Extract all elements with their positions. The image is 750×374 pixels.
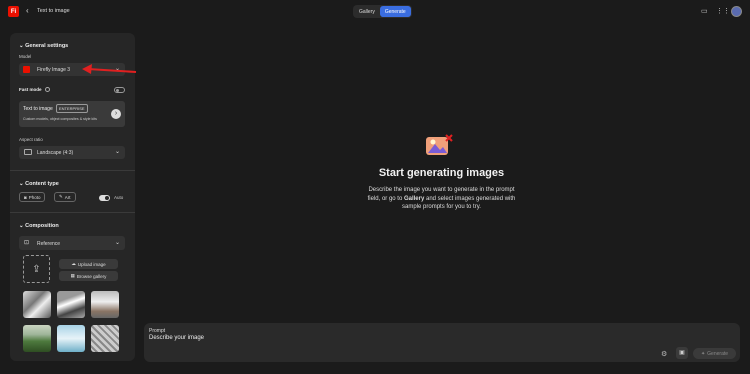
style-kit-icon[interactable]: ▣: [676, 347, 688, 359]
reference-thumbnail[interactable]: [57, 291, 85, 318]
top-bar: Fi ‹ Text to image Gallery Generate ▭ ⋮⋮: [0, 0, 750, 24]
generate-label: Generate: [707, 350, 729, 357]
divider: [10, 170, 135, 171]
image-upload-icon: ⇪: [32, 263, 41, 275]
section-title: Composition: [25, 223, 59, 229]
reference-thumbnail[interactable]: [57, 325, 85, 352]
prompt-label: Prompt: [149, 328, 166, 334]
reference-icon: ⊡: [24, 240, 30, 246]
model-card[interactable]: Text to image ENTERPRISE Custom models, …: [19, 101, 125, 127]
composition-header[interactable]: ⌄ Composition: [19, 223, 59, 229]
apps-grid-icon[interactable]: ⋮⋮: [716, 7, 730, 15]
description-line: Describe the image you want to generate …: [368, 187, 515, 193]
general-settings-header[interactable]: ⌄ General settings: [19, 43, 68, 49]
upload-icon: ☁: [71, 261, 76, 266]
settings-panel: ⌄ General settings Model Firefly Image 3…: [10, 33, 135, 361]
prompt-box[interactable]: Prompt Describe your image ⚙ ▣ ✦ Generat…: [144, 323, 740, 362]
description-text: and select images generated with: [424, 195, 516, 202]
art-label: Art: [64, 194, 71, 200]
main-canvas: Start generating images Describe the ima…: [141, 24, 750, 374]
fast-mode-label: Fast mode: [19, 87, 42, 92]
firefly-logo-icon[interactable]: Fi: [8, 6, 19, 17]
browse-label: Browse gallery: [76, 273, 107, 279]
chevron-right-icon[interactable]: ›: [111, 109, 121, 119]
model-label: Model: [19, 54, 32, 59]
chevron-down-icon: ⌄: [19, 43, 24, 49]
sparkle-icon: ✦: [700, 350, 706, 357]
auto-toggle[interactable]: [99, 195, 110, 201]
brush-icon: ✎: [59, 194, 63, 199]
chevron-down-icon: ⌄: [19, 223, 24, 229]
fast-mode-toggle[interactable]: [114, 87, 125, 93]
reference-thumbnail[interactable]: [91, 291, 119, 318]
view-toggle: Gallery Generate: [353, 5, 412, 18]
photo-button[interactable]: ◙ Photo: [19, 192, 46, 202]
chevron-down-icon: ⌄: [114, 240, 120, 246]
description-line: sample prompts for you to try.: [402, 204, 481, 210]
page-title: Text to image: [37, 8, 70, 14]
chevron-down-icon: ⌄: [114, 149, 120, 155]
feedback-icon[interactable]: ▭: [701, 7, 708, 15]
aspect-ratio-label: Aspect ratio: [19, 137, 43, 142]
fast-mode-row: Fast mode: [19, 87, 50, 93]
card-description: Custom models, object composites & style…: [23, 117, 97, 121]
generate-button[interactable]: ✦ Generate: [693, 348, 736, 359]
annotation-arrow-icon: [82, 64, 137, 74]
tab-gallery[interactable]: Gallery: [354, 6, 380, 17]
description-line: field, or go to Gallery and select image…: [141, 195, 742, 204]
tab-generate[interactable]: Generate: [379, 6, 411, 17]
image-generate-icon: [426, 134, 453, 155]
photo-label: Photo: [28, 194, 41, 200]
firefly-model-icon: [23, 66, 30, 73]
info-icon[interactable]: [44, 87, 50, 93]
model-value: Firefly Image 3: [37, 67, 71, 73]
gallery-link[interactable]: Gallery: [404, 196, 424, 202]
divider: [10, 212, 135, 213]
reference-thumbnail[interactable]: [23, 291, 51, 318]
enterprise-badge: ENTERPRISE: [56, 104, 88, 113]
browse-gallery-button[interactable]: ▦ Browse gallery: [59, 271, 118, 281]
content-type-header[interactable]: ⌄ Content type: [19, 181, 59, 187]
reference-select[interactable]: ⊡ Reference ⌄: [19, 236, 125, 250]
reference-label: Reference: [37, 241, 61, 247]
aspect-ratio-select[interactable]: Landscape (4:3) ⌄: [19, 146, 125, 159]
upload-image-dropzone[interactable]: ⇪: [23, 255, 50, 283]
section-title: Content type: [25, 181, 59, 187]
description-text: field, or go to: [367, 195, 404, 202]
chevron-down-icon: ⌄: [19, 181, 24, 187]
section-title: General settings: [25, 43, 69, 49]
chevron-left-icon[interactable]: ‹: [26, 6, 29, 15]
prompt-input[interactable]: Describe your image: [149, 335, 204, 341]
empty-state-description: Describe the image you want to generate …: [141, 186, 742, 212]
auto-label: Auto: [114, 195, 124, 200]
prompt-settings-icon[interactable]: ⚙: [661, 350, 667, 358]
landscape-icon: [24, 149, 32, 155]
art-button[interactable]: ✎ Art: [54, 192, 76, 202]
aspect-ratio-value: Landscape (4:3): [37, 150, 74, 156]
card-title: Text to image: [23, 106, 53, 112]
empty-state-heading: Start generating images: [378, 167, 505, 179]
gallery-icon: ▦: [70, 273, 75, 278]
upload-label: Upload image: [77, 261, 106, 267]
reference-thumbnail[interactable]: [23, 325, 51, 352]
avatar[interactable]: [731, 6, 742, 17]
upload-image-button[interactable]: ☁ Upload image: [59, 259, 118, 269]
reference-thumbnail[interactable]: [91, 325, 119, 352]
camera-icon: ◙: [24, 194, 27, 200]
